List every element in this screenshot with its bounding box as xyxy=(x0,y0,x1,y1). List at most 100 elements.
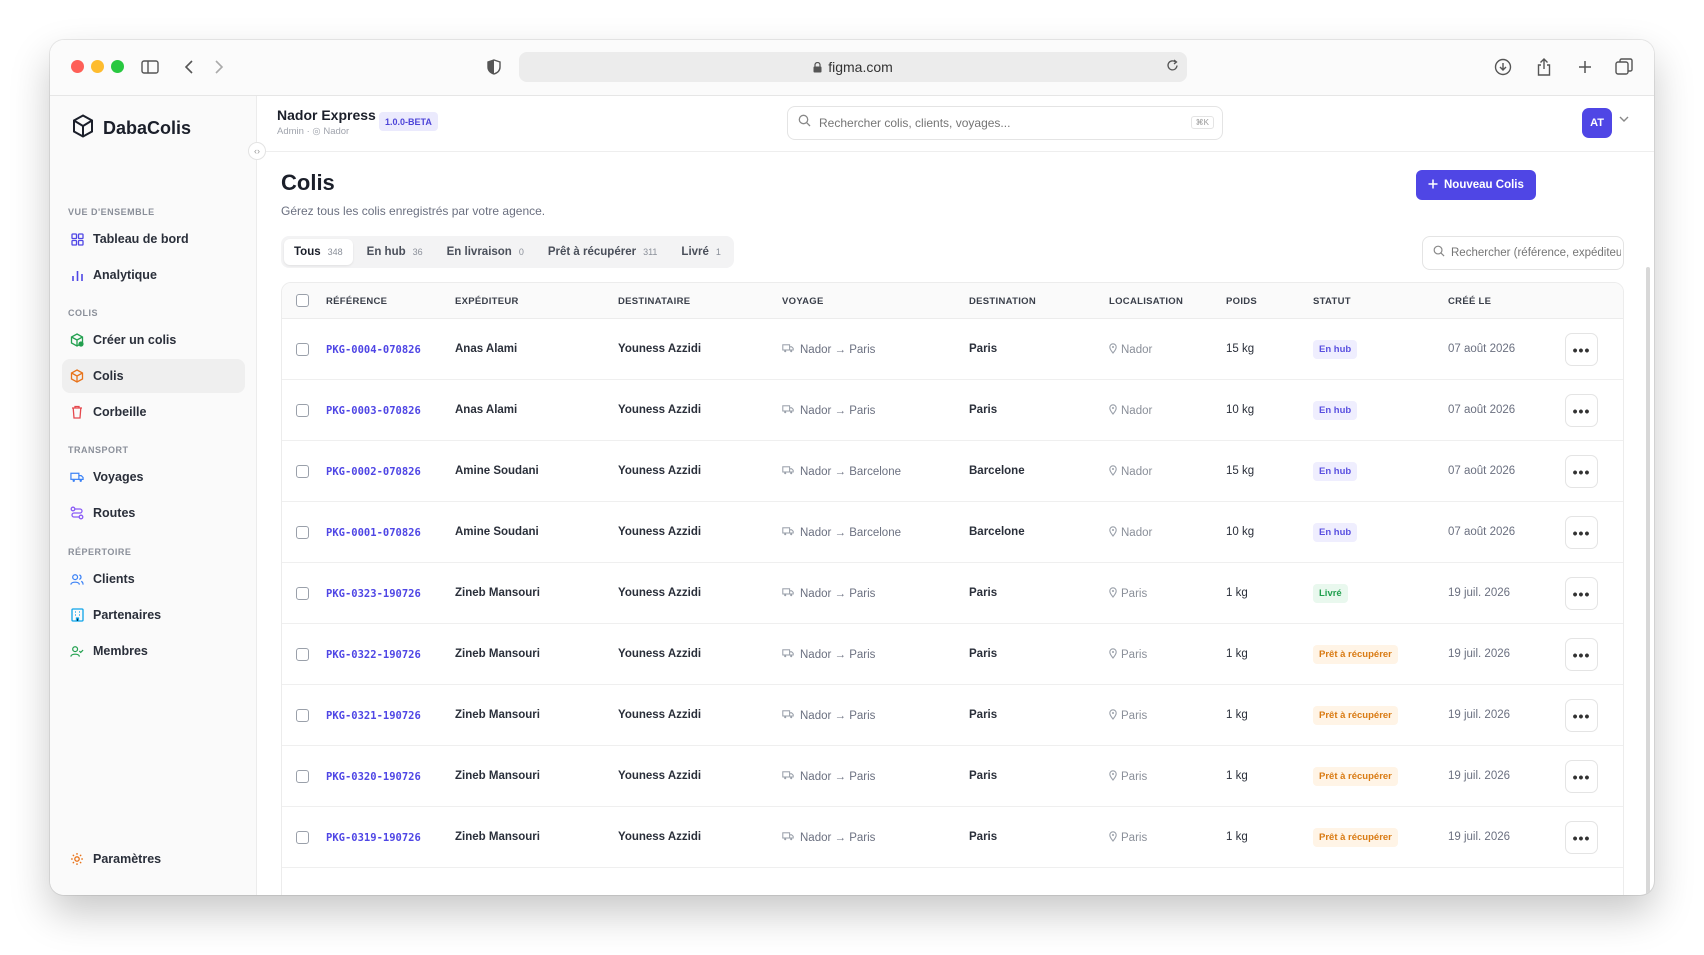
new-tab-icon[interactable] xyxy=(1572,54,1598,80)
row-actions-button[interactable]: ••• xyxy=(1565,516,1598,549)
privacy-shield-icon[interactable] xyxy=(481,54,507,80)
table-row[interactable]: PKG-0004-070826 Anas Alami Youness Azzid… xyxy=(282,319,1623,380)
agency-name[interactable]: Nador Express xyxy=(277,107,376,123)
location-text: Paris xyxy=(1121,710,1148,722)
tab-en-livraison[interactable]: En livraison 0 xyxy=(437,239,534,265)
column-header[interactable]: EXPÉDITEUR xyxy=(455,296,519,307)
row-checkbox[interactable] xyxy=(296,343,309,356)
minimize-window-button[interactable] xyxy=(91,60,104,73)
reference-link[interactable]: PKG-0003-070826 xyxy=(326,405,421,417)
close-window-button[interactable] xyxy=(71,60,84,73)
row-checkbox[interactable] xyxy=(296,404,309,417)
tabs-overview-icon[interactable] xyxy=(1611,54,1637,80)
row-actions-button[interactable]: ••• xyxy=(1565,394,1598,427)
reference-link[interactable]: PKG-0002-070826 xyxy=(326,466,421,478)
reference-link[interactable]: PKG-0001-070826 xyxy=(326,527,421,539)
sender-cell: Amine Soudani xyxy=(455,465,539,477)
table-search-input[interactable] xyxy=(1451,247,1621,259)
collapse-sidebar-button[interactable]: ‹› xyxy=(248,142,266,160)
forward-icon[interactable] xyxy=(206,54,232,80)
global-search-input[interactable] xyxy=(819,116,1179,130)
reference-link[interactable]: PKG-0319-190726 xyxy=(326,832,421,844)
column-header[interactable]: LOCALISATION xyxy=(1109,296,1183,307)
column-header[interactable]: RÉFÉRENCE xyxy=(326,296,387,307)
sidebar-item-members[interactable]: Membres xyxy=(62,634,245,668)
chevron-down-icon[interactable] xyxy=(1619,116,1629,123)
sidebar-item-voyages[interactable]: Voyages xyxy=(62,460,245,494)
global-search[interactable]: ⌘K xyxy=(787,106,1223,140)
created-date-cell: 07 août 2026 xyxy=(1448,465,1516,477)
location-cell: Nador xyxy=(1109,404,1152,418)
voyage-text: Nador → Paris xyxy=(800,831,876,844)
avatar[interactable]: AT xyxy=(1582,108,1612,138)
sidebar-toggle-icon[interactable] xyxy=(137,54,163,80)
column-header[interactable]: DESTINATAIRE xyxy=(618,296,690,307)
address-bar[interactable]: figma.com xyxy=(519,52,1187,82)
row-actions-button[interactable]: ••• xyxy=(1565,577,1598,610)
tab-pret-a-recuperer[interactable]: Prêt à récupérer 311 xyxy=(538,239,668,265)
table-row[interactable]: PKG-0002-070826 Amine Soudani Youness Az… xyxy=(282,441,1623,502)
reference-link[interactable]: PKG-0323-190726 xyxy=(326,588,421,600)
reference-link[interactable]: PKG-0322-190726 xyxy=(326,649,421,661)
share-icon[interactable] xyxy=(1531,54,1557,80)
tab-all[interactable]: Tous 348 xyxy=(284,239,353,265)
row-checkbox[interactable] xyxy=(296,648,309,661)
sender-cell: Zineb Mansouri xyxy=(455,831,540,843)
voyage-cell: Nador → Paris xyxy=(782,831,875,844)
row-actions-button[interactable]: ••• xyxy=(1565,821,1598,854)
column-header[interactable]: STATUT xyxy=(1313,296,1351,307)
sidebar-item-analytics[interactable]: Analytique xyxy=(62,258,245,292)
row-actions-button[interactable]: ••• xyxy=(1565,699,1598,732)
route-icon xyxy=(70,506,84,520)
table-search[interactable] xyxy=(1422,236,1624,270)
table-row[interactable]: PKG-0322-190726 Zineb Mansouri Youness A… xyxy=(282,624,1623,685)
row-checkbox[interactable] xyxy=(296,709,309,722)
row-actions-button[interactable]: ••• xyxy=(1565,333,1598,366)
download-icon[interactable] xyxy=(1490,54,1516,80)
tab-livre[interactable]: Livré 1 xyxy=(671,239,731,265)
new-colis-button[interactable]: Nouveau Colis xyxy=(1416,170,1536,200)
table-row[interactable]: PKG-0319-190726 Zineb Mansouri Youness A… xyxy=(282,807,1623,868)
row-checkbox[interactable] xyxy=(296,770,309,783)
reload-icon[interactable] xyxy=(1166,59,1179,72)
column-header[interactable]: DESTINATION xyxy=(969,296,1036,307)
reference-link[interactable]: PKG-0320-190726 xyxy=(326,771,421,783)
sidebar-item-trash[interactable]: Corbeille xyxy=(62,395,245,429)
table-row[interactable]: PKG-0001-070826 Amine Soudani Youness Az… xyxy=(282,502,1623,563)
sidebar-item-colis[interactable]: Colis xyxy=(62,359,245,393)
row-actions-button[interactable]: ••• xyxy=(1565,638,1598,671)
brand[interactable]: DabaColis xyxy=(72,114,191,143)
sidebar-item-label: Colis xyxy=(93,369,124,383)
row-checkbox[interactable] xyxy=(296,587,309,600)
zoom-window-button[interactable] xyxy=(111,60,124,73)
cube-logo-icon xyxy=(72,114,94,143)
sidebar-item-dashboard[interactable]: Tableau de bord xyxy=(62,222,245,256)
back-icon[interactable] xyxy=(176,54,202,80)
select-all-checkbox[interactable] xyxy=(296,294,309,307)
row-actions-button[interactable]: ••• xyxy=(1565,455,1598,488)
sidebar-item-routes[interactable]: Routes xyxy=(62,496,245,530)
row-checkbox[interactable] xyxy=(296,526,309,539)
map-pin-icon xyxy=(1109,587,1117,601)
reference-link[interactable]: PKG-0321-190726 xyxy=(326,710,421,722)
table-row[interactable]: PKG-0320-190726 Zineb Mansouri Youness A… xyxy=(282,746,1623,807)
table-row[interactable]: PKG-0321-190726 Zineb Mansouri Youness A… xyxy=(282,685,1623,746)
row-checkbox[interactable] xyxy=(296,831,309,844)
weight-cell: 1 kg xyxy=(1226,770,1248,782)
truck-icon xyxy=(782,526,794,539)
table-row[interactable]: PKG-0003-070826 Anas Alami Youness Azzid… xyxy=(282,380,1623,441)
reference-link[interactable]: PKG-0004-070826 xyxy=(326,344,421,356)
section-label-transport: TRANSPORT xyxy=(68,445,129,455)
sidebar-item-partners[interactable]: Partenaires xyxy=(62,598,245,632)
column-header[interactable]: CRÉÉ LE xyxy=(1448,296,1491,307)
row-actions-button[interactable]: ••• xyxy=(1565,760,1598,793)
column-header[interactable]: VOYAGE xyxy=(782,296,824,307)
tab-en-hub[interactable]: En hub 36 xyxy=(357,239,433,265)
sidebar-item-clients[interactable]: Clients xyxy=(62,562,245,596)
sidebar-item-settings[interactable]: Paramètres xyxy=(62,842,245,876)
scrollbar[interactable] xyxy=(1646,267,1650,895)
column-header[interactable]: POIDS xyxy=(1226,296,1257,307)
row-checkbox[interactable] xyxy=(296,465,309,478)
sidebar-item-create-colis[interactable]: Créer un colis xyxy=(62,323,245,357)
table-row[interactable]: PKG-0323-190726 Zineb Mansouri Youness A… xyxy=(282,563,1623,624)
